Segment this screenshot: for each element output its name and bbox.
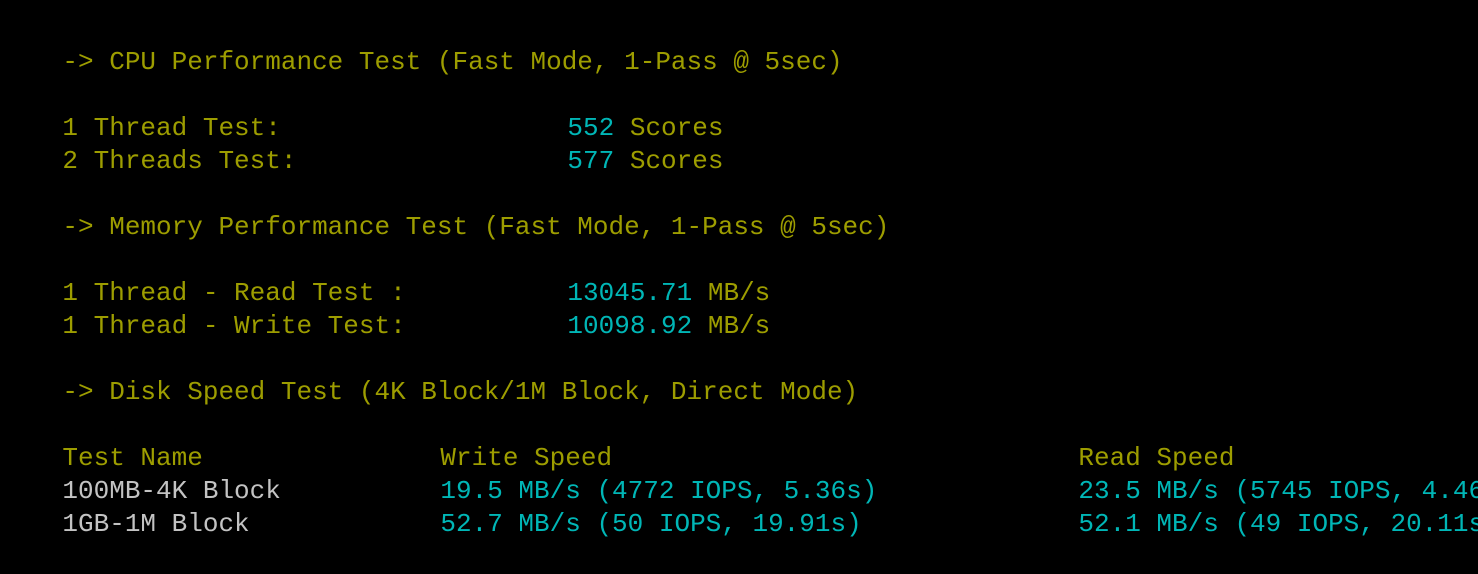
disk-row-2-read-cell: 52.1 MB/s (49 IOPS, 20.11s) [1016,475,1478,539]
memory-result-row-2-value-group: 10098.92 MB/s [505,277,770,341]
cpu-section-heading: -> CPU Performance Test (Fast Mode, 1-Pa… [0,13,842,77]
cpu-row-2-unit: Scores [629,146,724,176]
cpu-result-row-2-value-group: 577 Scores [505,112,723,176]
memory-row-2-label: 1 Thread - Write Test: [62,311,406,341]
disk-row-2-write-cell: 52.7 MB/s (50 IOPS, 19.91s) [378,475,861,539]
disk-row-1-write-cell: 19.5 MB/s (4772 IOPS, 5.36s) [378,442,877,506]
disk-heading-text: -> Disk Speed Test (4K Block/1M Block, D… [62,377,859,407]
disk-section-heading: -> Disk Speed Test (4K Block/1M Block, D… [0,343,858,407]
memory-result-row-1-value-group: 13045.71 MB/s [505,244,770,308]
memory-result-row-1: 1 Thread - Read Test : [0,244,405,308]
cpu-heading-text: -> CPU Performance Test (Fast Mode, 1-Pa… [62,47,843,77]
cpu-result-row-2: 2 Threads Test: [0,112,296,176]
table-row: 1GB-1M Block [0,475,249,539]
disk-row-1-read-cell: 23.5 MB/s (5745 IOPS, 4.46s) [1016,442,1478,506]
disk-row-2-read-value: 52.1 MB/s (49 IOPS, 20.11s) [1078,509,1478,539]
disk-table-header-write: Write Speed [378,409,612,473]
memory-result-row-2: 1 Thread - Write Test: [0,277,405,341]
cpu-row-2-label: 2 Threads Test: [62,146,297,176]
disk-table-header-read: Read Speed [1016,409,1234,473]
cpu-row-2-value: 577 [567,146,615,176]
disk-table-header-name: Test Name [0,409,202,473]
memory-heading-text: -> Memory Performance Test (Fast Mode, 1… [62,212,890,242]
disk-row-2-write-value: 52.7 MB/s (50 IOPS, 19.91s) [440,509,862,539]
cpu-result-row-1: 1 Thread Test: [0,79,280,143]
disk-row-2-name: 1GB-1M Block [62,509,250,539]
memory-row-2-unit: MB/s [707,311,771,341]
memory-section-heading: -> Memory Performance Test (Fast Mode, 1… [0,178,889,242]
terminal-output: -> CPU Performance Test (Fast Mode, 1-Pa… [0,0,1478,539]
memory-row-2-value: 10098.92 [567,311,693,341]
table-row: 100MB-4K Block [0,442,280,506]
cpu-result-row-1-value-group: 552 Scores [505,79,723,143]
